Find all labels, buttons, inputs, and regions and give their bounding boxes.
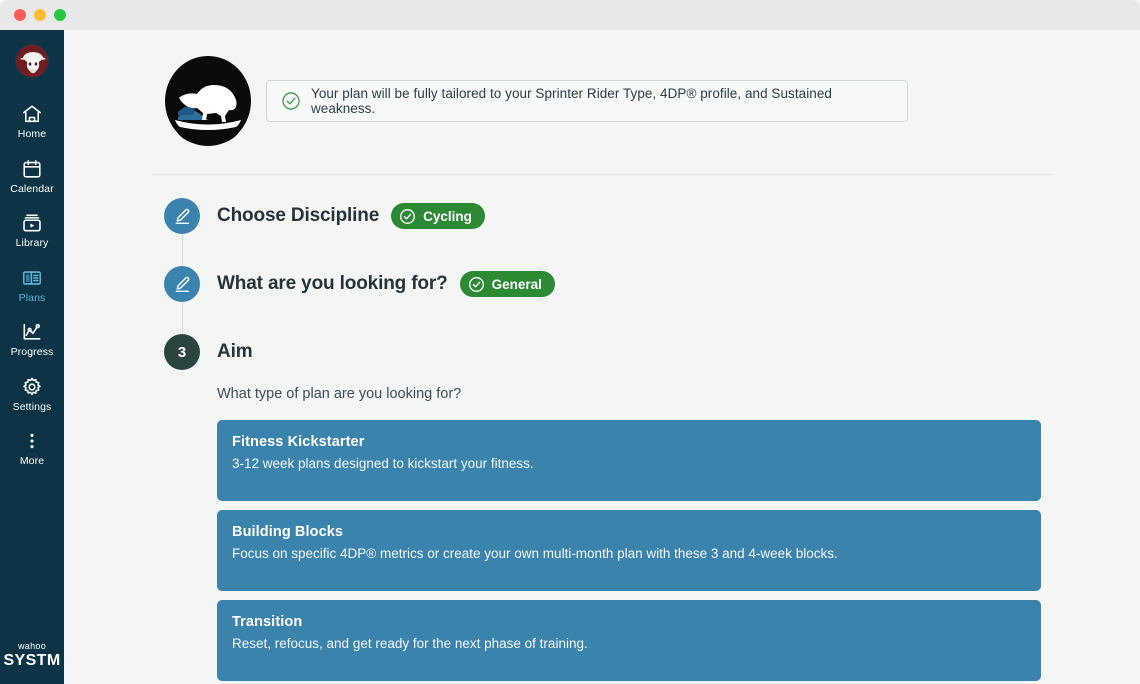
main-content: Your plan will be fully tailored to your… [64, 30, 1140, 684]
option-description: Reset, refocus, and get ready for the ne… [232, 636, 588, 651]
step-aim: 3 Aim What type of plan are you looking … [164, 334, 1064, 681]
step-header: 3 Aim [164, 334, 1064, 370]
sidebar-item-label: Calendar [10, 182, 54, 195]
sidebar-item-library[interactable]: Library [0, 203, 64, 258]
sidebar-item-settings[interactable]: Settings [0, 367, 64, 422]
gear-icon [21, 376, 43, 398]
window-minimize-button[interactable] [34, 9, 46, 21]
plans-icon [21, 267, 43, 289]
sidebar-item-label: Library [15, 237, 49, 249]
option-description: 3-12 week plans designed to kickstart yo… [232, 456, 534, 471]
step-spacer [164, 302, 1064, 334]
brand-line-wahoo: wahoo [17, 640, 47, 651]
step-selected-badge[interactable]: Cycling [391, 203, 485, 229]
pencil-icon [175, 208, 189, 224]
window-close-button[interactable] [14, 9, 26, 21]
avatar-goat-image [16, 45, 48, 77]
option-description: Focus on specific 4DP® metrics or create… [232, 546, 838, 561]
check-circle-icon [468, 276, 484, 292]
home-icon [21, 103, 43, 125]
step-connector [181, 234, 183, 266]
alert-text: Your plan will be fully tailored to your… [311, 86, 832, 116]
wizard-steps: Choose Discipline Cycling What are you l… [164, 198, 1064, 681]
step-title: Choose Discipline [217, 205, 380, 226]
sidebar-item-label: Home [17, 128, 47, 140]
window-zoom-button[interactable] [54, 9, 66, 21]
option-building-blocks[interactable]: Building Blocks Focus on specific 4DP® m… [217, 510, 1041, 591]
check-circle-icon [400, 208, 416, 224]
sidebar-item-plans[interactable]: Plans [0, 258, 64, 313]
brand-logo: wahoo SYSTM [0, 640, 64, 670]
sidebar-item-label: Settings [12, 400, 52, 413]
library-icon [21, 212, 43, 234]
step-edit-button[interactable] [164, 198, 200, 234]
plan-tailored-alert: Your plan will be fully tailored to your… [266, 80, 908, 122]
window-titlebar [0, 0, 1140, 30]
section-divider [152, 174, 1052, 175]
avatar[interactable] [15, 44, 49, 78]
aim-options-list: Fitness Kickstarter 3-12 week plans desi… [217, 420, 1041, 681]
option-fitness-kickstarter[interactable]: Fitness Kickstarter 3-12 week plans desi… [217, 420, 1041, 501]
step-edit-button[interactable] [164, 266, 200, 302]
step-header: What are you looking for? General [164, 266, 1064, 302]
step-number: 3 [177, 343, 187, 361]
calendar-icon [21, 158, 43, 180]
option-title: Fitness Kickstarter [232, 434, 365, 450]
step-spacer [164, 234, 1064, 266]
pencil-icon [175, 276, 189, 292]
badge-label: General [491, 276, 542, 292]
option-transition[interactable]: Transition Reset, refocus, and get ready… [217, 600, 1041, 681]
step-title: What are you looking for? [217, 273, 448, 294]
sidebar-item-progress[interactable]: Progress [0, 312, 64, 367]
badge-label: Cycling [423, 208, 472, 224]
sidebar-item-more[interactable]: More [0, 421, 64, 476]
check-circle-icon [281, 91, 301, 111]
sidebar: Home Calendar Library Plans Progress Set… [0, 30, 64, 684]
sidebar-item-label: More [19, 455, 45, 467]
step-title: Aim [217, 341, 253, 362]
wahoo-sufferfest-logo [164, 55, 252, 147]
step-subtitle: What type of plan are you looking for? [217, 386, 462, 402]
step-connector [181, 302, 183, 334]
brand-line-systm: SYSTM [3, 651, 61, 669]
step-header: Choose Discipline Cycling [164, 198, 1064, 234]
sidebar-nav: Home Calendar Library Plans Progress Set… [0, 94, 64, 476]
header-row: Your plan will be fully tailored to your… [164, 55, 908, 147]
step-what-are-you-looking-for: What are you looking for? General [164, 266, 1064, 334]
step-choose-discipline: Choose Discipline Cycling [164, 198, 1064, 266]
step-number-badge: 3 [164, 334, 200, 370]
sidebar-item-calendar[interactable]: Calendar [0, 149, 64, 204]
app-window: Home Calendar Library Plans Progress Set… [0, 0, 1140, 684]
progress-icon [21, 321, 43, 343]
option-title: Transition [232, 614, 303, 630]
step-selected-badge[interactable]: General [459, 271, 555, 297]
option-title: Building Blocks [232, 524, 344, 540]
more-dots-icon [21, 430, 43, 452]
sidebar-item-home[interactable]: Home [0, 94, 64, 149]
sidebar-item-label: Progress [10, 346, 54, 358]
sidebar-item-label: Plans [18, 291, 46, 304]
